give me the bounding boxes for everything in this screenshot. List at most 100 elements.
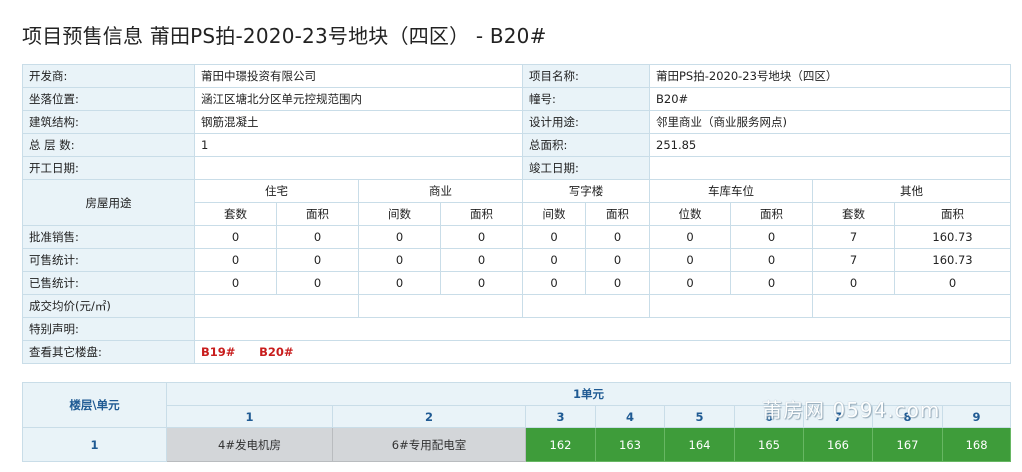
room-cell[interactable]: 167 [872,427,943,462]
unit-column-header: 9 [941,405,1012,428]
finish-date-value [649,156,1011,180]
unit-column-header: 3 [525,405,596,428]
unit-column-header: 4 [595,405,665,428]
stat-cell: 0 [194,248,277,272]
usage-label: 设计用途: [522,110,650,134]
sub-header: 面积 [440,202,523,226]
location-label: 坐落位置: [22,87,195,111]
total-area-value: 251.85 [649,133,1011,157]
other-buildings-links: B19# B20# [194,340,1011,364]
building-no-value: B20# [649,87,1011,111]
stat-cell: 0 [522,271,586,295]
project-name-label: 项目名称: [522,64,650,88]
stat-cell: 0 [649,248,731,272]
stat-cell: 0 [194,271,277,295]
stat-cell: 0 [649,225,731,249]
sub-header: 面积 [585,202,650,226]
stat-cell: 0 [730,248,813,272]
group-header: 住宅 [194,179,359,203]
group-header: 写字楼 [522,179,650,203]
stat-cell: 0 [358,225,441,249]
avg-price-cell [812,294,1011,318]
group-header: 商业 [358,179,523,203]
site-watermark: 莆房网 0594.com [762,398,941,422]
developer-value: 莆田中璟投资有限公司 [194,64,523,88]
stat-cell: 0 [440,248,523,272]
approved-sales-label: 批准销售: [22,225,195,249]
room-cell-generator-room[interactable]: 4#发电机房 [166,427,333,462]
stat-cell: 0 [894,271,1011,295]
sub-header: 间数 [358,202,441,226]
stat-cell: 0 [440,271,523,295]
stat-cell: 160.73 [894,248,1011,272]
stat-cell: 0 [812,271,895,295]
stat-cell: 0 [276,248,359,272]
sub-header: 面积 [894,202,1011,226]
stat-cell: 0 [649,271,731,295]
table-row: 已售统计: 0 0 0 0 0 0 0 0 0 0 [22,271,1011,295]
stat-cell: 0 [522,248,586,272]
special-statement-label: 特别声明: [22,317,195,341]
room-cell[interactable]: 164 [664,427,735,462]
start-date-label: 开工日期: [22,156,195,180]
sub-header: 位数 [649,202,731,226]
usage-row-header: 房屋用途 [22,179,195,226]
structure-label: 建筑结构: [22,110,195,134]
sub-header: 面积 [276,202,359,226]
start-date-value [194,156,523,180]
room-cell-power-room[interactable]: 6#专用配电室 [332,427,526,462]
sold-stats-label: 已售统计: [22,271,195,295]
presale-info-table: 开发商: 莆田中璟投资有限公司 项目名称: 莆田PS拍-2020-23号地块（四… [22,64,1011,364]
avg-price-cell [358,294,523,318]
avg-price-cell [649,294,813,318]
sub-header: 间数 [522,202,586,226]
sub-header: 套数 [194,202,277,226]
stat-cell: 0 [358,248,441,272]
unit-column-header: 5 [664,405,735,428]
group-header: 车库车位 [649,179,813,203]
unit-column-header: 1 [166,405,333,428]
floors-value: 1 [194,133,523,157]
stat-cell: 0 [276,225,359,249]
stat-cell: 0 [730,271,813,295]
floor-unit-corner-header: 楼层\单元 [22,382,167,428]
location-value: 涵江区塘北分区单元控规范围内 [194,87,523,111]
stat-cell: 0 [585,248,650,272]
page-title: 项目预售信息 莆田PS拍-2020-23号地块（四区） - B20# [22,24,547,48]
total-area-label: 总面积: [522,133,650,157]
stat-cell: 0 [730,225,813,249]
building-link-b19[interactable]: B19# [201,345,235,359]
stat-cell: 7 [812,225,895,249]
room-cell[interactable]: 163 [595,427,665,462]
available-sales-label: 可售统计: [22,248,195,272]
floor-label: 1 [22,427,167,462]
stat-cell: 0 [440,225,523,249]
room-cell[interactable]: 165 [734,427,804,462]
room-cell[interactable]: 162 [525,427,596,462]
stat-cell: 0 [522,225,586,249]
building-link-b20[interactable]: B20# [259,345,293,359]
avg-price-cell [194,294,359,318]
stat-cell: 0 [585,271,650,295]
room-cell[interactable]: 168 [941,427,1012,462]
other-buildings-label: 查看其它楼盘: [22,340,195,364]
stat-cell: 0 [358,271,441,295]
stat-cell: 7 [812,248,895,272]
table-row: 批准销售: 0 0 0 0 0 0 0 0 7 160.73 [22,225,1011,249]
floors-label: 总 层 数: [22,133,195,157]
avg-price-label: 成交均价(元/㎡) [22,294,195,318]
stat-cell: 0 [585,225,650,249]
table-row: 可售统计: 0 0 0 0 0 0 0 0 7 160.73 [22,248,1011,272]
structure-value: 钢筋混凝土 [194,110,523,134]
room-cell[interactable]: 166 [803,427,873,462]
avg-price-cell [522,294,650,318]
usage-value: 邻里商业（商业服务网点) [649,110,1011,134]
unit-column-header: 2 [332,405,526,428]
sub-header: 套数 [812,202,895,226]
group-header: 其他 [812,179,1011,203]
building-no-label: 幢号: [522,87,650,111]
stat-cell: 0 [276,271,359,295]
table-row: 1 4#发电机房 6#专用配电室 162 163 164 165 166 167… [22,427,1012,462]
sub-header: 面积 [730,202,813,226]
project-name-value: 莆田PS拍-2020-23号地块（四区） [649,64,1011,88]
